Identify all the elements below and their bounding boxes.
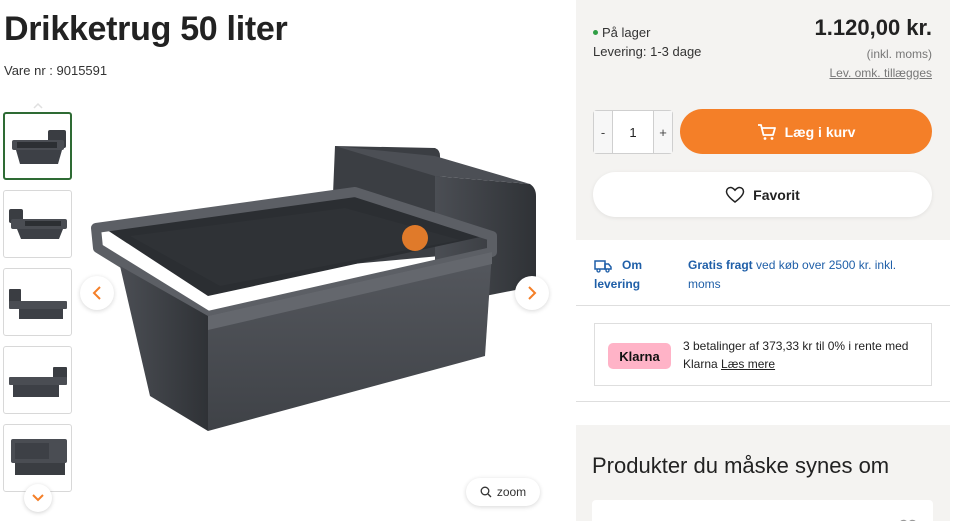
about-delivery-link[interactable]: Om levering [594,256,642,294]
trough-image [9,367,67,397]
price: 1.120,00 kr. [814,15,932,40]
trough-image [12,130,66,164]
trough-image [9,209,67,239]
product-sku: Vare nr : 9015591 [4,63,108,78]
quantity-input[interactable]: 1 [613,111,653,153]
product-title: Drikketrug 50 liter [4,10,288,48]
klarna-text: 3 betalinger af 373,33 kr til 0% i rente… [683,337,923,373]
search-icon [480,486,492,498]
chevron-right-icon [528,286,537,300]
quantity-decrease-button[interactable]: - [594,111,613,153]
heart-icon[interactable] [897,516,919,521]
quantity-stepper: - 1 + [593,110,673,154]
shipping-info: Om levering Gratis fragt ved køb over 25… [576,240,950,306]
cart-icon [757,123,776,140]
about-delivery-line2: levering [594,277,641,291]
klarna-description: 3 betalinger af 373,33 kr til 0% i rente… [683,339,909,371]
truck-icon [594,260,612,273]
klarna-read-more-link[interactable]: Læs mere [721,357,775,371]
add-to-cart-button[interactable]: Læg i kurv [680,109,932,154]
zoom-label: zoom [496,485,527,499]
chevron-down-icon [32,494,44,502]
thumbnail-1[interactable] [3,112,72,180]
gallery-prev-button[interactable] [80,276,114,310]
delivery-time: Levering: 1-3 dage [593,44,702,59]
product-image [91,146,536,431]
free-shipping-bold: Gratis fragt [688,258,753,272]
about-delivery-line1: Om [622,258,643,272]
thumbnail-3[interactable] [3,268,72,336]
gallery-next-button[interactable] [515,276,549,310]
quantity-increase-button[interactable]: + [653,111,672,153]
heart-icon [725,186,745,203]
thumbnail-5[interactable] [3,424,72,492]
chevron-up-icon[interactable] [28,102,48,110]
related-products: Produkter du måske synes om [576,425,950,521]
thumbnail-strip [3,102,73,521]
shipping-cost-link[interactable]: Lev. omk. tillægges [830,66,933,80]
free-shipping-note: Gratis fragt ved køb over 2500 kr. inkl.… [688,256,928,294]
add-to-cart-label: Læg i kurv [784,123,856,140]
trough-image [11,439,67,475]
stock-dot-icon [593,30,598,35]
trough-image [9,289,67,319]
klarna-logo: Klarna [608,343,671,369]
favorite-button[interactable]: Favorit [593,172,932,217]
thumbnail-4[interactable] [3,346,72,414]
thumbnail-scroll-down-button[interactable] [24,484,52,512]
vat-note: (inkl. moms) [866,47,932,61]
divider [576,401,950,402]
related-title: Produkter du måske synes om [592,453,890,478]
stock-status-label: På lager [602,25,651,40]
purchase-panel: På lager Levering: 1-3 dage 1.120,00 kr.… [576,0,950,240]
favorite-label: Favorit [753,186,800,203]
stock-status: På lager [593,25,650,40]
klarna-box: Klarna 3 betalinger af 373,33 kr til 0% … [594,323,932,386]
related-product-card[interactable] [592,500,933,521]
zoom-button[interactable]: zoom [466,478,540,506]
thumbnail-2[interactable] [3,190,72,258]
chevron-left-icon [92,286,101,300]
